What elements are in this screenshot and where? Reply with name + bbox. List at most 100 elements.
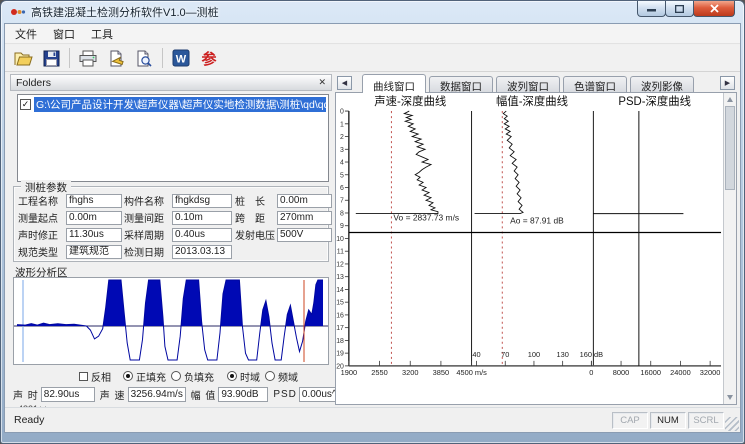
depth-tick-label: 7 — [340, 198, 344, 205]
resize-grip[interactable] — [725, 417, 739, 431]
waveform-controls: 反相 正填充 负填充 时域 — [13, 369, 329, 383]
fill-positive-label: 正填充 — [136, 369, 166, 384]
readout-label-1: 声 时 — [13, 387, 39, 402]
param-value-field[interactable]: fhghs — [66, 194, 122, 208]
time-domain-label: 时域 — [240, 369, 260, 384]
depth-tick-label: 2 — [340, 134, 344, 141]
amplitude-curve — [475, 111, 523, 214]
file-list-item[interactable]: ✓ G:\公司产品设计开发\超声仪器\超声仪实地检测数据\测桩\qd\qd03\… — [18, 97, 328, 112]
close-button[interactable] — [693, 1, 735, 17]
menu-item-1[interactable]: 文件 — [7, 23, 45, 45]
tab-scroll-right-button[interactable]: ▶ — [720, 76, 735, 90]
folders-title: Folders — [16, 77, 51, 89]
fill-positive-radio[interactable]: 正填充 — [123, 369, 166, 384]
waveform-box[interactable] — [13, 277, 329, 365]
param-value-field[interactable]: 建筑规范 — [66, 245, 122, 259]
param-label: 构件名称 — [124, 193, 172, 208]
chart-title-2: 幅值-深度曲线 — [496, 94, 569, 108]
save-file-button[interactable] — [38, 46, 64, 70]
toolbar-separator — [162, 48, 163, 68]
parameters-button[interactable]: 参 — [196, 46, 222, 70]
readout-label-2: 声 速 — [100, 387, 126, 402]
param-value-field[interactable]: 11.30us — [66, 228, 122, 242]
depth-tick-label: 11 — [337, 249, 344, 256]
page-export-icon — [107, 50, 125, 67]
status-bar: Ready CAPNUMSCRL — [5, 407, 740, 432]
depth-tick-label: 8 — [340, 210, 344, 217]
title-bar[interactable]: 高铁建混凝土检测分析软件V1.0—测桩 — [1, 1, 744, 23]
param-value-field[interactable]: 0.00m — [277, 194, 332, 208]
export-word-button[interactable]: W — [168, 46, 194, 70]
invert-label: 反相 — [91, 369, 111, 384]
chart-area: 声速-深度曲线幅值-深度曲线PSD-深度曲线012345678910111213… — [335, 93, 737, 405]
close-pane-icon[interactable]: ✕ — [318, 77, 326, 88]
tab-scroll-left-button[interactable]: ◀ — [337, 76, 352, 90]
export-button[interactable] — [103, 46, 129, 70]
indicator-cap: CAP — [612, 412, 648, 429]
tab-1[interactable]: 曲线窗口 — [362, 74, 426, 93]
param-label: 桩 长 — [235, 193, 277, 208]
print-preview-button[interactable] — [131, 46, 157, 70]
param-value-field[interactable]: 0.00m — [66, 211, 122, 225]
annotation-2: Ao = 87.91 dB — [510, 215, 564, 225]
open-file-button[interactable] — [10, 46, 36, 70]
fill-negative-radio[interactable]: 负填充 — [171, 369, 214, 384]
tabs: 曲线窗口数据窗口波列窗口色谱窗口波列影像 — [362, 74, 697, 92]
tab-5[interactable]: 波列影像 — [630, 76, 694, 92]
indicator-num: NUM — [650, 412, 686, 429]
vertical-scrollbar[interactable] — [723, 93, 736, 404]
freq-domain-radio[interactable]: 频域 — [265, 369, 298, 384]
scroll-up-icon[interactable] — [727, 97, 733, 102]
window-controls — [638, 1, 735, 17]
tab-2[interactable]: 数据窗口 — [429, 76, 493, 92]
param-row-3: 声时修正11.30us采样周期0.40us发射电压500V — [18, 226, 326, 243]
parameters-icon: 参 — [201, 48, 216, 69]
save-floppy-icon — [43, 50, 60, 67]
scroll-down-icon[interactable] — [727, 395, 733, 400]
folders-caption[interactable]: Folders ✕ — [10, 74, 332, 91]
pile-params-grid: 工程名称fhghs构件名称fhgkdsg桩 长0.00m测量起点0.00m测量间… — [18, 192, 326, 260]
time-domain-radio[interactable]: 时域 — [227, 369, 260, 384]
param-value-field[interactable]: 0.40us — [172, 228, 232, 242]
readout-value-2[interactable]: 3256.94m/s — [128, 387, 186, 402]
print-button[interactable] — [75, 46, 101, 70]
param-value-field[interactable]: 2013.03.13 — [172, 245, 232, 259]
tab-3[interactable]: 波列窗口 — [496, 76, 560, 92]
minimize-icon — [647, 5, 656, 12]
scrollbar-thumb[interactable] — [725, 106, 735, 190]
param-value-field[interactable]: 270mm — [277, 211, 332, 225]
param-label: 测量起点 — [18, 210, 66, 225]
menu-item-3[interactable]: 工具 — [83, 23, 121, 45]
param-value-field[interactable]: 0.10m — [172, 211, 232, 225]
readout-value-3[interactable]: 93.90dB — [218, 387, 268, 402]
readout-value-1[interactable]: 82.90us — [41, 387, 95, 402]
freq-domain-label: 频域 — [278, 369, 298, 384]
checkbox-icon — [79, 372, 88, 381]
depth-tick-label: 14 — [336, 287, 344, 294]
radio-icon — [171, 371, 181, 381]
param-value-field[interactable]: fhgkdsg — [172, 194, 232, 208]
maximize-button[interactable] — [665, 1, 694, 17]
param-label: 测量间距 — [124, 210, 172, 225]
minimize-button[interactable] — [637, 1, 666, 17]
depth-tick-label: 4 — [340, 159, 344, 166]
word-icon: W — [172, 49, 190, 67]
app-window: 高铁建混凝土检测分析软件V1.0—测桩 文件窗口工具 — [0, 0, 745, 444]
depth-tick-label: 0 — [340, 109, 344, 116]
toolbar-separator — [69, 48, 70, 68]
velocity-tick-label: 4500 m/s — [456, 368, 487, 377]
param-value-field[interactable]: 500V — [277, 228, 332, 242]
depth-tick-label: 10 — [336, 236, 344, 243]
tab-4[interactable]: 色谱窗口 — [563, 76, 627, 92]
file-list[interactable]: ✓ G:\公司产品设计开发\超声仪器\超声仪实地检测数据\测桩\qd\qd03\… — [17, 94, 329, 182]
depth-tick-label: 17 — [336, 325, 344, 332]
amplitude-tick-label: 40 — [472, 350, 480, 359]
readout-row: 声 时82.90us声 速3256.94m/s幅 值93.90dBPSD0.00… — [13, 386, 329, 402]
menu-item-2[interactable]: 窗口 — [45, 23, 83, 45]
velocity-tick-label: 2550 — [371, 368, 388, 377]
file-path: G:\公司产品设计开发\超声仪器\超声仪实地检测数据\测桩\qd\qd03\qd… — [34, 97, 326, 112]
checkbox-checked-icon[interactable]: ✓ — [20, 99, 31, 110]
amplitude-tick-label: 160 dB — [580, 350, 604, 359]
invert-checkbox[interactable]: 反相 — [79, 369, 111, 384]
printer-icon — [78, 50, 98, 67]
